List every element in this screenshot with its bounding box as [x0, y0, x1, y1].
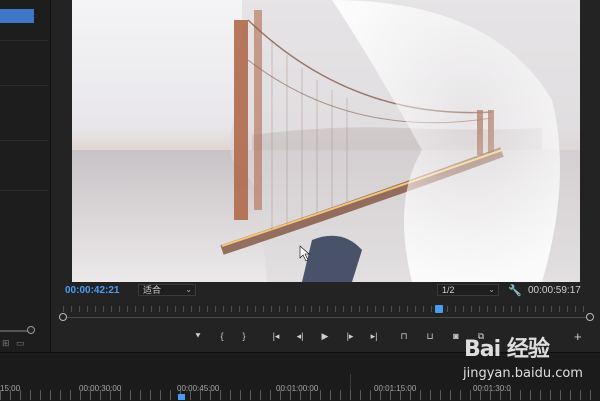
timeline-playhead[interactable]	[178, 394, 185, 400]
scrub-ruler-ticks	[63, 306, 591, 312]
settings-wrench-icon[interactable]: 🔧	[508, 284, 522, 297]
mark-out-icon: }	[242, 331, 246, 341]
resolution-select[interactable]: 1/2 ⌄	[437, 284, 499, 296]
play-button[interactable]: ▶	[317, 329, 333, 343]
project-row-divider	[0, 190, 48, 191]
lift-icon: ⊓	[400, 331, 408, 341]
extract-icon: ⊔	[426, 331, 434, 341]
duration-timecode: 00:00:59:17	[528, 285, 581, 296]
step-forward-icon: |▸	[346, 331, 354, 341]
go-to-in-icon: |◂	[272, 331, 280, 341]
mark-out-button[interactable]: }	[236, 329, 252, 343]
marker-button[interactable]: ⯆	[190, 329, 206, 343]
step-back-button[interactable]: ◂|	[292, 329, 308, 343]
current-timecode[interactable]: 00:00:42:21	[65, 285, 119, 296]
program-monitor-video[interactable]	[72, 0, 580, 282]
mark-in-button[interactable]: {	[214, 329, 230, 343]
scrub-zoom-left-handle[interactable]	[59, 313, 67, 321]
project-row-divider	[0, 40, 48, 41]
watermark-brand: Bai 经验	[464, 337, 550, 362]
extract-button[interactable]: ⊔	[422, 329, 438, 343]
play-icon: ▶	[321, 331, 329, 341]
project-zoom-knob[interactable]	[27, 326, 35, 334]
project-selected-item[interactable]	[0, 9, 34, 23]
watermark-site: jingyan.baidu.com	[463, 366, 583, 381]
mark-in-icon: {	[220, 331, 224, 341]
scrub-bar[interactable]	[63, 317, 591, 318]
project-row-divider	[0, 140, 48, 141]
project-row-divider	[0, 85, 48, 86]
chevron-down-icon: ⌄	[185, 285, 192, 294]
project-panel	[0, 0, 51, 352]
go-to-out-icon: ▸|	[370, 331, 378, 341]
go-to-out-button[interactable]: ▸|	[366, 329, 382, 343]
fit-select-value: 适合	[143, 285, 162, 295]
marker-icon: ⯆	[194, 331, 202, 341]
resolution-select-value: 1/2	[442, 285, 455, 295]
scrub-zoom-right-handle[interactable]	[586, 313, 594, 321]
step-back-icon: ◂|	[296, 331, 304, 341]
go-to-in-button[interactable]: |◂	[268, 329, 284, 343]
watermark: Bai 经验 jingyan.baidu.com	[450, 328, 600, 394]
chevron-down-icon: ⌄	[488, 285, 495, 294]
step-forward-button[interactable]: |▸	[342, 329, 358, 343]
fit-select[interactable]: 适合 ⌄	[138, 284, 196, 296]
lift-button[interactable]: ⊓	[396, 329, 412, 343]
scrub-playhead[interactable]	[435, 305, 443, 313]
project-footer-icons[interactable]: ⊞ ▭	[2, 338, 27, 349]
video-frame-image	[72, 0, 580, 282]
